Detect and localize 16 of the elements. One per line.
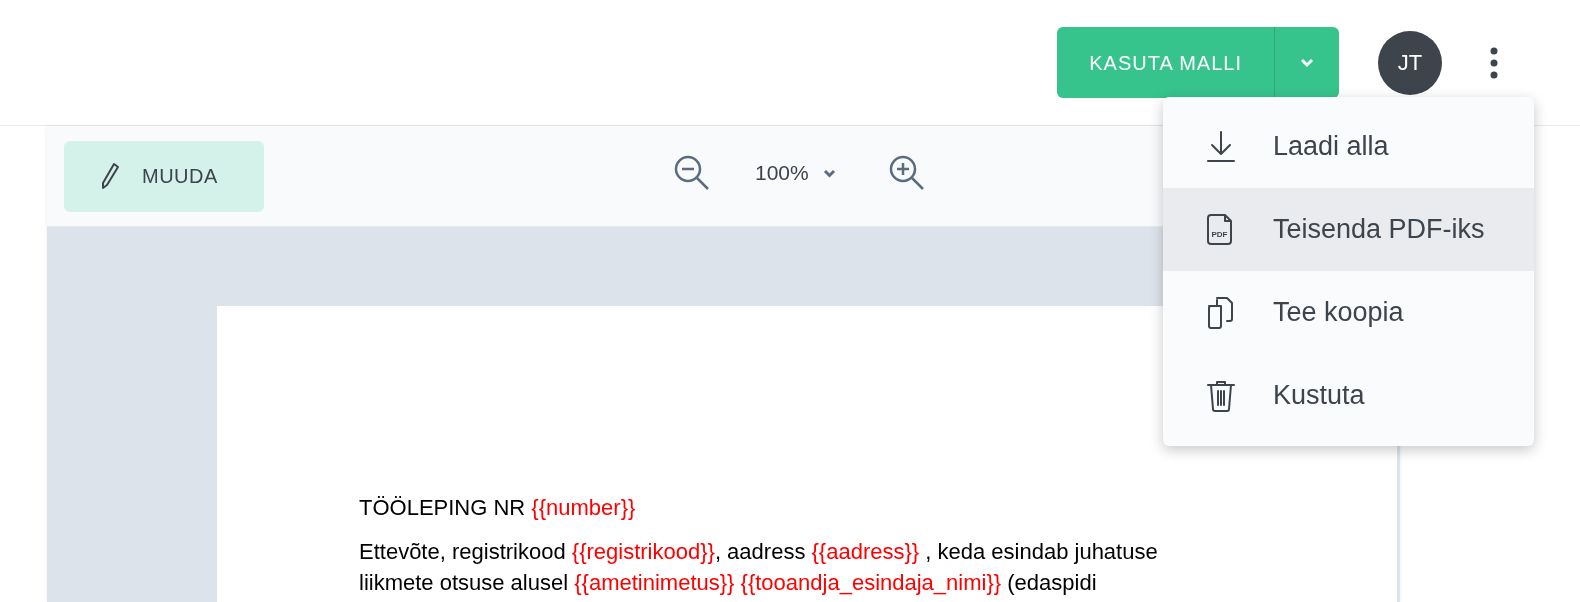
- document-paragraph: TÖÖLEPING NR {{number}}: [359, 494, 637, 522]
- user-avatar[interactable]: JT: [1378, 30, 1442, 95]
- chevron-down-icon: [822, 168, 836, 178]
- edit-button[interactable]: MUUDA: [64, 140, 264, 212]
- pencil-icon: [100, 162, 120, 190]
- menu-item[interactable]: Kustuta: [1163, 354, 1534, 437]
- zoom-out-icon[interactable]: [673, 154, 711, 192]
- edit-label: MUUDA: [142, 164, 218, 189]
- menu-item[interactable]: Laadi alla: [1163, 105, 1534, 188]
- zoom-in-icon[interactable]: [887, 154, 926, 192]
- more-options-icon[interactable]: [1490, 46, 1498, 79]
- zoom-level-dropdown[interactable]: 100%: [755, 157, 836, 189]
- chevron-down-icon: [1300, 57, 1314, 68]
- menu-item[interactable]: PDF Teisenda PDF-iks: [1163, 188, 1534, 271]
- menu-item[interactable]: Tee koopia: [1163, 271, 1534, 354]
- document-paragraph: Ettevõte, registrikood {{registrikood}}, aadress {{aadress}} , keda esindab juhatuse liikmete otsuse alusel {{ametinimetus}} {{tooandja_esindaja_nimi}} (edaspidi: [359, 538, 1159, 597]
